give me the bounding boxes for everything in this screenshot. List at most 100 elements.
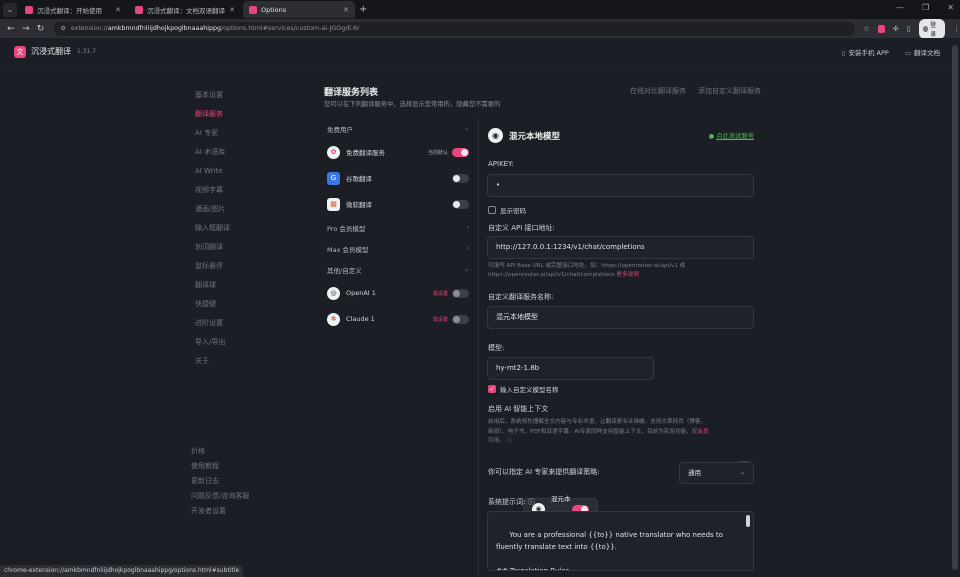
show-password-checkbox[interactable]: 显示密码 — [488, 205, 526, 215]
chevron-down-icon: ⌄ — [463, 266, 469, 273]
sidebar-item-basic[interactable]: 基本设置 — [195, 86, 285, 105]
tab-close-icon[interactable]: ✕ — [229, 6, 235, 14]
sidebar-item-services[interactable]: 翻译服务 — [195, 105, 285, 124]
service-toggle[interactable] — [452, 199, 469, 209]
strategy-label: 你可以指定 AI 专家来提供翻译策略: — [488, 468, 600, 476]
tab-close-icon[interactable]: ✕ — [343, 6, 349, 14]
apikey-input[interactable]: • — [487, 174, 754, 197]
sidebar-item-input-translate[interactable]: 输入框翻译 — [195, 219, 285, 238]
sidebar-item-ai-glossary[interactable]: AI 术语库 — [195, 143, 285, 162]
group-max-models[interactable]: Max 会员模型 › — [323, 238, 473, 259]
sidebar-item-hover[interactable]: 鼠标悬停 — [195, 257, 285, 276]
forward-icon[interactable]: → — [22, 24, 30, 34]
url-host: amkbmndfnliijdhojkpoglbnaaahippg — [107, 25, 221, 32]
service-name: 谷歌翻译 — [346, 175, 372, 183]
sidebar-item-advanced[interactable]: 进阶设置 — [195, 314, 285, 333]
panel-title: 混元本地模型 — [509, 131, 561, 142]
service-name: Claude 1 — [346, 315, 375, 323]
service-name-input[interactable]: 混元本地模型 — [487, 306, 754, 329]
new-tab-icon[interactable]: + — [359, 4, 367, 15]
checkbox-checked-icon[interactable]: ✓ — [488, 385, 496, 393]
minimize-icon[interactable]: — — [896, 3, 904, 12]
test-service-link[interactable]: ● 点此测试服务 — [709, 131, 754, 140]
tab-close-icon[interactable]: ✕ — [115, 6, 121, 14]
compare-services-link[interactable]: 在线对比翻译服务 — [630, 86, 686, 96]
more-info-link[interactable]: 更多说明 — [616, 272, 638, 278]
sidebar-item-ai-write[interactable]: AI Write — [195, 162, 285, 181]
login-button[interactable]: 登录 — [918, 18, 945, 39]
custom-model-checkbox[interactable]: ✓ 输入自定义模型名称 — [488, 384, 559, 394]
group-pro-models[interactable]: Pro 会员模型 › — [323, 217, 473, 238]
service-toggle[interactable] — [452, 173, 469, 183]
immersive-extension-icon[interactable] — [877, 24, 885, 33]
extensions-icon[interactable]: ✣ — [893, 25, 899, 33]
footer-link-developer[interactable]: 开发者设置 — [191, 504, 291, 519]
footer-link-changelog[interactable]: 更新日志 — [191, 474, 291, 489]
phone-icon: ▯ — [841, 49, 846, 57]
sidebar-item-subtitles[interactable]: 视频字幕 — [195, 181, 285, 200]
address-bar[interactable]: ⚙ extension:// amkbmndfnliijdhojkpoglbna… — [54, 21, 856, 36]
scrollbar-thumb[interactable] — [952, 45, 958, 570]
sidebar-item-ball[interactable]: 翻译球 — [195, 276, 285, 295]
member-link[interactable]: 会员 — [697, 429, 708, 435]
close-window-icon[interactable]: ✕ — [947, 3, 954, 12]
brand-logo-icon: 文 — [14, 45, 26, 58]
star-icon[interactable]: ☆ — [863, 25, 869, 33]
sidebar-item-selection[interactable]: 划词翻译 — [195, 238, 285, 257]
model-input[interactable]: hy-mt2-1.8b — [487, 357, 654, 380]
group-other-custom[interactable]: 其他/自定义 ⌄ — [323, 259, 473, 280]
context-desc-text: 启用后，系统将先理解全文内容与专业术语，让翻译更专业准确。支持文章网页（博客、新… — [488, 419, 707, 435]
docs-link[interactable]: ▭ 翻译文档 — [905, 47, 940, 57]
group-free-users[interactable]: 免费用户 ⌄ — [323, 118, 473, 139]
context-desc-tail: 可用。 — [488, 438, 505, 444]
service-toggle[interactable] — [452, 147, 469, 157]
sidebar-item-shortcuts[interactable]: 快捷键 — [195, 295, 285, 314]
service-free[interactable]: ✿ 免费翻译服务 当前默认 — [323, 139, 473, 165]
install-app-link[interactable]: ▯ 安装手机 APP — [842, 47, 889, 57]
service-claude[interactable]: ✱ Claude 1 需设置 — [323, 306, 473, 332]
sidebar-item-ai-expert[interactable]: AI 专家 — [195, 124, 285, 143]
system-prompt-textarea[interactable]: You are a professional {{to}} native tra… — [487, 511, 754, 571]
help-icon[interactable]: ⓘ — [507, 438, 513, 444]
maximize-icon[interactable]: ❐ — [922, 3, 929, 12]
system-prompt-text: 系统提示词: — [488, 498, 526, 506]
menu-icon[interactable]: ⋮ — [953, 25, 960, 33]
service-toggle[interactable] — [452, 288, 469, 298]
sidebar-item-manga[interactable]: 漫画/图片 — [195, 200, 285, 219]
footer-link-tutorial[interactable]: 使用教程 — [191, 459, 291, 474]
back-icon[interactable]: ← — [7, 24, 15, 34]
footer-link-pricing[interactable]: 价格 — [191, 444, 291, 459]
textarea-scrollbar[interactable] — [746, 515, 750, 527]
tab-options[interactable]: Options ✕ — [243, 1, 355, 18]
tab-start[interactable]: 沉浸式翻译：开始使用 ✕ — [19, 1, 127, 18]
tab-favicon-icon — [135, 5, 143, 14]
checkbox-box[interactable] — [488, 206, 496, 214]
sidebar-item-about[interactable]: 关于 — [195, 352, 285, 371]
needs-setup-badge: 需设置 — [432, 290, 448, 297]
sidebar-footer: 价格 使用教程 更新日志 问题反馈/咨询客服 开发者设置 — [191, 444, 291, 519]
group-label: Max 会员模型 — [327, 245, 369, 254]
api-url-input[interactable]: http://127.0.0.1:1234/v1/chat/completion… — [487, 236, 754, 259]
needs-setup-badge: 需设置 — [432, 316, 448, 323]
sidebar-item-import-export[interactable]: 导入/导出 — [195, 333, 285, 352]
tab-label: 沉浸式翻译：文档双语翻译：一键... — [147, 6, 225, 15]
service-detail-panel: ◉ 混元本地模型 ● 点此测试服务 APIKEY: • 显示密码 自定义 API… — [478, 118, 768, 577]
tab-search-icon[interactable]: ⌄ — [3, 2, 17, 17]
test-link-label: 点此测试服务 — [716, 133, 754, 140]
service-microsoft[interactable]: ▦ 微软翻译 — [323, 191, 473, 217]
service-google[interactable]: G 谷歌翻译 — [323, 165, 473, 191]
apikey-label: APIKEY: — [488, 160, 514, 168]
avatar — [922, 25, 929, 32]
add-custom-service-link[interactable]: 添加自定义翻译服务 — [698, 86, 761, 96]
tab-docs[interactable]: 沉浸式翻译：文档双语翻译：一键... ✕ — [129, 1, 241, 18]
footer-link-feedback[interactable]: 问题反馈/咨询客服 — [191, 489, 291, 504]
tab-label: Options — [261, 5, 287, 14]
service-openai[interactable]: ◎ OpenAI 1 需设置 — [323, 280, 473, 306]
context-title: 启用 AI 智能上下文 — [488, 405, 549, 413]
split-view-icon[interactable]: ▯ — [907, 25, 911, 33]
strategy-select[interactable]: 通用 ⌄ — [679, 462, 754, 484]
reload-icon[interactable]: ↻ — [37, 24, 45, 34]
page-scrollbar[interactable] — [950, 38, 960, 577]
info-icon[interactable]: ⓘ — [528, 498, 535, 506]
service-toggle[interactable] — [452, 314, 469, 324]
